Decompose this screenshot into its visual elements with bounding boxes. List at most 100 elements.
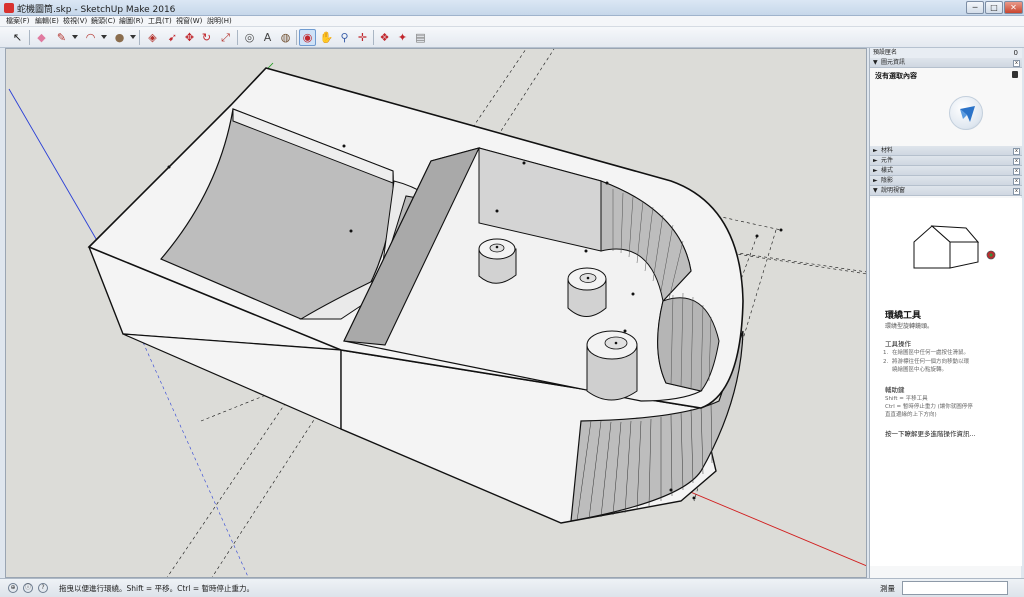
status-bar: ⊕ ⓘ ? 拖曳以便進行環繞。Shift = 平移。Ctrl = 暫時停止重力。… [0, 578, 1024, 597]
scale-icon: ⤢ [221, 31, 230, 44]
instructor-label: 說明視窗 [881, 187, 906, 194]
maximize-button[interactable]: □ [985, 1, 1003, 14]
tray-pin-button[interactable]: 0 [1014, 48, 1018, 58]
menu-file[interactable]: 檔案(F) [6, 16, 30, 27]
menu-window[interactable]: 視窗(W) [176, 16, 202, 27]
rotate-icon: ↻ [201, 31, 212, 44]
components-header[interactable]: ► 元件 x [870, 156, 1022, 166]
pencil-icon: ✎ [56, 31, 67, 44]
panel-close-button[interactable]: x [1013, 178, 1020, 185]
menu-tools[interactable]: 工具(T) [148, 16, 172, 27]
warehouse-icon: ❖ [379, 31, 390, 44]
menu-draw[interactable]: 繪圖(R) [119, 16, 143, 27]
entity-info-label: 圖元資訊 [881, 59, 906, 66]
pencil-tool-button[interactable]: ✎ [53, 29, 70, 46]
menu-camera[interactable]: 鏡頭(C) [91, 16, 115, 27]
menu-edit[interactable]: 編輯(E) [35, 16, 59, 27]
eraser-icon: ◆ [37, 31, 46, 44]
menu-help[interactable]: 說明(H) [207, 16, 232, 27]
operation-step: 2. 將游標往任何一個方向移動以環 [883, 359, 970, 365]
zoom-tool-button[interactable]: ⚲ [336, 29, 353, 46]
panel-close-button[interactable]: x [1013, 148, 1020, 155]
components-label: 元件 [881, 157, 894, 164]
tool-description: 環繞型旋轉鏡頭。 [885, 323, 934, 330]
panel-close-button[interactable]: x [1013, 60, 1020, 67]
collapse-triangle-icon: ► [873, 167, 878, 174]
orbit-icon: ◉ [302, 31, 313, 44]
eraser-tool-button[interactable]: ◆ [33, 29, 50, 46]
layout-icon: ▤ [415, 31, 426, 44]
panel-close-button[interactable]: x [1013, 168, 1020, 175]
panel-close-button[interactable]: x [1013, 158, 1020, 165]
entity-info-panel: 沒有選取內容 [870, 68, 1022, 146]
no-selection-text: 沒有選取內容 [875, 72, 917, 80]
tool-name: 環繞工具 [885, 311, 922, 321]
extension-warehouse-icon: ✦ [397, 31, 408, 44]
toolbar-separator [29, 30, 30, 45]
scale-tool-button[interactable]: ⤢ [217, 29, 234, 46]
tool-operation-title: 工具操作 [885, 340, 911, 348]
help-icon[interactable]: ? [38, 583, 48, 593]
status-message: 拖曳以便進行環繞。Shift = 平移。Ctrl = 暫時停止重力。 [59, 584, 254, 593]
default-tray: 預設匣名 0 ▼ 圖元資訊 x 沒有選取內容 ► 材料 x ► 元件 x ► 樣式 x … [869, 48, 1022, 578]
expand-triangle-icon: ▼ [873, 187, 878, 194]
follow-me-tool-button[interactable]: ➹ [164, 29, 181, 46]
shape-tool-button[interactable]: ● [111, 29, 128, 46]
minimize-button[interactable]: ─ [966, 1, 984, 14]
modifier-key-line: Shift = 平移工具 [885, 396, 928, 402]
move-icon: ✥ [184, 31, 195, 44]
pan-tool-button[interactable]: ✋ [318, 29, 335, 46]
select-tool-button[interactable]: ↖ [9, 29, 26, 46]
close-button[interactable]: ✕ [1004, 1, 1023, 14]
sketchup-window: 蛇機圖筒.skp - SketchUp Make 2016 ─ □ ✕ 檔案(F… [0, 0, 1024, 597]
measurements-label: 測量 [880, 584, 895, 593]
arc-tool-button[interactable]: ◠ [82, 29, 99, 46]
shadows-header[interactable]: ► 陰影 x [870, 176, 1022, 186]
tray-title: 預設匣名 [870, 48, 1022, 58]
pencil-dropdown-arrow[interactable] [72, 35, 78, 39]
orbit-tool-button[interactable]: ◉ [299, 29, 316, 46]
operation-step: 1. 在繪圖區中任何一處按住滑鼠。 [883, 350, 970, 356]
boss-cylinder-1 [478, 238, 517, 284]
3d-warehouse-button[interactable]: ❖ [376, 29, 393, 46]
toolbar-separator [237, 30, 238, 45]
zoom-icon: ⚲ [340, 31, 349, 44]
styles-label: 樣式 [881, 167, 894, 174]
shape-dropdown-arrow[interactable] [130, 35, 136, 39]
tape-measure-tool-button[interactable]: ◎ [241, 29, 258, 46]
rotate-tool-button[interactable]: ↻ [198, 29, 215, 46]
geo-location-icon[interactable]: ⊕ [8, 583, 18, 593]
orbit-house-illustration-icon [913, 225, 996, 269]
extension-warehouse-button[interactable]: ✦ [394, 29, 411, 46]
expand-triangle-icon: ▼ [873, 59, 878, 66]
operation-step: 繞繪圖區中心點旋轉。 [892, 367, 948, 373]
measurements-input[interactable] [902, 581, 1008, 595]
model-scene [6, 49, 866, 577]
follow-me-icon: ➹ [167, 31, 178, 44]
styles-header[interactable]: ► 樣式 x [870, 166, 1022, 176]
paint-bucket-icon: ◍ [280, 31, 291, 44]
modifier-keys-title: 輔助鍵 [885, 386, 905, 394]
text-tool-button[interactable]: A [259, 29, 276, 46]
collapse-triangle-icon: ► [873, 157, 878, 164]
menu-bar: 檔案(F) 編輯(E) 檢視(V) 鏡頭(C) 繪圖(R) 工具(T) 視窗(W… [0, 16, 1024, 27]
select-arrow-icon: ↖ [12, 31, 23, 44]
paint-bucket-tool-button[interactable]: ◍ [277, 29, 294, 46]
zoom-extents-button[interactable]: ✛ [354, 29, 371, 46]
boss-cylinder-2 [567, 267, 607, 317]
title-bar: 蛇機圖筒.skp - SketchUp Make 2016 ─ □ ✕ [0, 0, 1024, 16]
panel-close-button[interactable]: x [1013, 188, 1020, 195]
move-tool-button[interactable]: ✥ [181, 29, 198, 46]
push-pull-tool-button[interactable]: ◈ [144, 29, 161, 46]
drawing-viewport[interactable] [5, 48, 867, 578]
send-to-layout-button[interactable]: ▤ [412, 29, 429, 46]
arc-dropdown-arrow[interactable] [101, 35, 107, 39]
instructor-header[interactable]: ▼ 說明視窗 x [870, 186, 1022, 196]
sketchup-app-icon [4, 3, 14, 13]
credits-icon[interactable]: ⓘ [23, 583, 33, 593]
menu-view[interactable]: 檢視(V) [63, 16, 87, 27]
learn-more-link[interactable]: 按一下瞭解更多進階操作資訊... [885, 428, 976, 438]
materials-header[interactable]: ► 材料 x [870, 146, 1022, 156]
entity-info-header[interactable]: ▼ 圖元資訊 x [870, 58, 1022, 68]
pan-icon: ✋ [319, 31, 334, 44]
